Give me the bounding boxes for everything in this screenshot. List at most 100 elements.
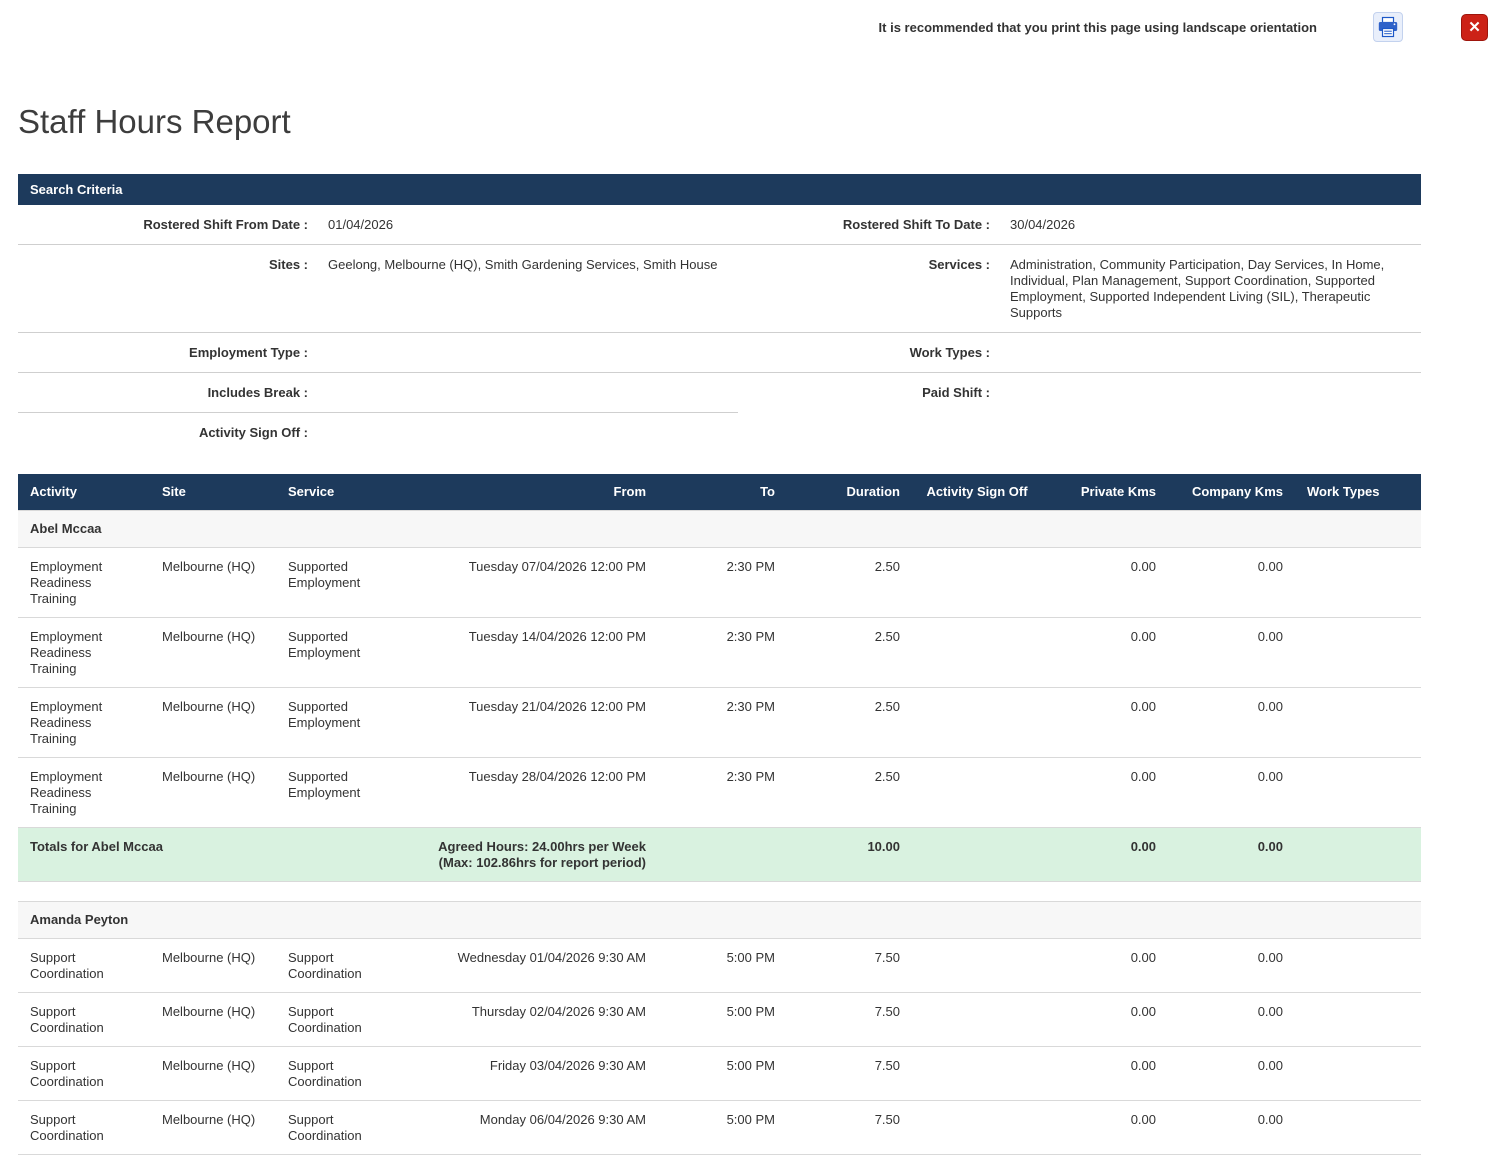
cell-site: Melbourne (HQ)	[150, 687, 276, 758]
cell-site: Melbourne (HQ)	[150, 757, 276, 828]
shift-row: Employment Readiness Training Melbourne (…	[18, 617, 1421, 688]
criteria-label: Work Types :	[738, 332, 1000, 373]
criteria-value	[318, 413, 738, 453]
criteria-value: 30/04/2026	[1000, 205, 1421, 245]
totals-private-kms: 0.00	[1042, 827, 1168, 882]
criteria-table: Rostered Shift From Date :01/04/2026 Rost…	[18, 205, 1421, 452]
topbar: It is recommended that you print this pa…	[0, 0, 1502, 42]
totals-duration: 10.00	[787, 827, 912, 882]
totals-sign-off	[912, 827, 1042, 882]
cell-work_types	[1295, 992, 1421, 1047]
cell-sign_off	[912, 547, 1042, 618]
cell-site: Melbourne (HQ)	[150, 992, 276, 1047]
criteria-label: Employment Type :	[18, 332, 318, 373]
cell-service: Support Coordination	[276, 992, 410, 1047]
print-button[interactable]	[1373, 12, 1403, 42]
criteria-row: Rostered Shift From Date :01/04/2026 Rost…	[18, 205, 1421, 245]
cell-company_kms: 0.00	[1168, 1046, 1295, 1101]
totals-to	[658, 827, 787, 882]
shift-row: Support Coordination Melbourne (HQ) Suppor…	[18, 1046, 1421, 1101]
cell-work_types	[1295, 547, 1421, 618]
cell-site: Melbourne (HQ)	[150, 938, 276, 993]
shift-row: Support Coordination Melbourne (HQ) Suppor…	[18, 938, 1421, 993]
criteria-value	[318, 332, 738, 373]
totals-label: Totals for Abel Mccaa	[18, 827, 276, 882]
report-section: Activity Site Service From To Duration Activit…	[18, 474, 1421, 1155]
criteria-label: Rostered Shift From Date :	[18, 205, 318, 245]
cell-to: 2:30 PM	[658, 757, 787, 828]
cell-private_kms: 0.00	[1042, 1100, 1168, 1155]
report-header-row: Activity Site Service From To Duration Activit…	[18, 474, 1421, 511]
criteria-row: Employment Type : Work Types :	[18, 332, 1421, 373]
cell-private_kms: 0.00	[1042, 687, 1168, 758]
cell-sign_off	[912, 1100, 1042, 1155]
cell-company_kms: 0.00	[1168, 938, 1295, 993]
cell-service: Supported Employment	[276, 617, 410, 688]
criteria-value	[1000, 332, 1421, 373]
cell-company_kms: 0.00	[1168, 547, 1295, 618]
criteria-value	[1000, 413, 1421, 453]
cell-company_kms: 0.00	[1168, 992, 1295, 1047]
column-header-to: To	[658, 474, 787, 511]
cell-service: Support Coordination	[276, 938, 410, 993]
cell-activity: Employment Readiness Training	[18, 617, 150, 688]
cell-company_kms: 0.00	[1168, 617, 1295, 688]
cell-sign_off	[912, 992, 1042, 1047]
cell-sign_off	[912, 687, 1042, 758]
search-criteria-section: Search Criteria Rostered Shift From Date…	[18, 174, 1421, 452]
cell-work_types	[1295, 617, 1421, 688]
printer-icon	[1378, 16, 1398, 38]
criteria-label: Rostered Shift To Date :	[738, 205, 1000, 245]
criteria-label: Paid Shift :	[922, 385, 990, 400]
cell-to: 2:30 PM	[658, 617, 787, 688]
cell-company_kms: 0.00	[1168, 1100, 1295, 1155]
column-header-from: From	[410, 474, 658, 511]
cell-activity: Employment Readiness Training	[18, 757, 150, 828]
cell-private_kms: 0.00	[1042, 938, 1168, 993]
cell-sign_off	[912, 757, 1042, 828]
close-icon: ✕	[1468, 18, 1481, 36]
totals-company-kms: 0.00	[1168, 827, 1295, 882]
cell-from: Tuesday 07/04/2026 12:00 PM	[410, 547, 658, 618]
cell-from: Monday 06/04/2026 9:30 AM	[410, 1100, 658, 1155]
criteria-row: Activity Sign Off :	[18, 413, 1421, 453]
criteria-label: Sites :	[18, 244, 318, 333]
column-header-private_kms: Private Kms	[1042, 474, 1168, 511]
cell-activity: Support Coordination	[18, 992, 150, 1047]
cell-duration: 2.50	[787, 757, 912, 828]
group-spacer	[18, 881, 1421, 902]
cell-to: 2:30 PM	[658, 687, 787, 758]
cell-to: 5:00 PM	[658, 1046, 787, 1101]
cell-duration: 7.50	[787, 992, 912, 1047]
cell-company_kms: 0.00	[1168, 687, 1295, 758]
cell-service: Supported Employment	[276, 547, 410, 618]
criteria-label: Includes Break :	[18, 372, 318, 413]
shift-row: Support Coordination Melbourne (HQ) Suppor…	[18, 992, 1421, 1047]
report-table: Activity Site Service From To Duration Activit…	[18, 474, 1421, 1155]
cell-work_types	[1295, 757, 1421, 828]
column-header-sign_off: Activity Sign Off	[912, 474, 1042, 511]
criteria-value	[318, 372, 738, 413]
cell-to: 5:00 PM	[658, 938, 787, 993]
cell-from: Tuesday 14/04/2026 12:00 PM	[410, 617, 658, 688]
cell-duration: 7.50	[787, 938, 912, 993]
column-header-service: Service	[276, 474, 410, 511]
cell-from: Friday 03/04/2026 9:30 AM	[410, 1046, 658, 1101]
cell-service: Support Coordination	[276, 1046, 410, 1101]
cell-sign_off	[912, 1046, 1042, 1101]
staff-name: Abel Mccaa	[18, 510, 1421, 548]
print-orientation-notice: It is recommended that you print this pa…	[878, 19, 1317, 35]
column-header-site: Site	[150, 474, 276, 511]
cell-activity: Employment Readiness Training	[18, 687, 150, 758]
cell-duration: 2.50	[787, 617, 912, 688]
close-button[interactable]: ✕	[1461, 13, 1488, 41]
cell-site: Melbourne (HQ)	[150, 617, 276, 688]
cell-sign_off	[912, 938, 1042, 993]
cell-work_types	[1295, 938, 1421, 993]
cell-site: Melbourne (HQ)	[150, 547, 276, 618]
criteria-label: Activity Sign Off :	[198, 425, 308, 440]
cell-activity: Support Coordination	[18, 1100, 150, 1155]
cell-private_kms: 0.00	[1042, 757, 1168, 828]
shift-row: Support Coordination Melbourne (HQ) Suppor…	[18, 1100, 1421, 1155]
criteria-value: 01/04/2026	[318, 205, 738, 245]
